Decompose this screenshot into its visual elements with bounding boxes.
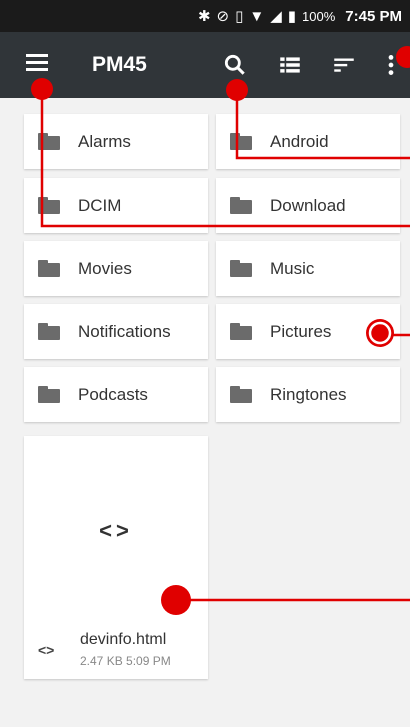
folder-item-android[interactable]: Android — [216, 114, 400, 169]
folder-icon — [38, 133, 60, 150]
battery-icon: ▮ — [287, 8, 297, 25]
clock: 7:45 PM — [345, 7, 402, 25]
battery-percent: 100% — [302, 8, 336, 24]
sort-icon[interactable] — [331, 52, 357, 78]
folder-icon — [38, 386, 60, 403]
folder-item-download[interactable]: Download — [216, 178, 400, 233]
folder-item-podcasts[interactable]: Podcasts — [24, 367, 208, 422]
search-icon[interactable] — [222, 52, 248, 78]
folder-label: Download — [270, 195, 346, 215]
dnd-icon: ⊘ — [216, 8, 230, 25]
status-bar: ✱ ⊘ ▯ ▼ ◢ ▮ 100% 7:45 PM — [0, 0, 410, 32]
hamburger-menu-icon[interactable] — [26, 54, 48, 76]
page-title: PM45 — [92, 53, 147, 76]
more-vert-icon[interactable] — [378, 52, 404, 78]
folder-icon — [230, 197, 252, 214]
code-file-icon: <> — [38, 642, 55, 658]
code-preview-icon: <> — [99, 518, 133, 543]
folder-label: Music — [270, 258, 315, 278]
folder-label: Pictures — [270, 321, 332, 341]
folder-item-alarms[interactable]: Alarms — [24, 114, 208, 169]
app-bar: PM45 — [0, 32, 410, 98]
list-view-icon[interactable] — [277, 52, 303, 78]
bluetooth-icon: ✱ — [197, 8, 211, 25]
folder-item-dcim[interactable]: DCIM — [24, 178, 208, 233]
folder-icon — [230, 260, 252, 277]
signal-icon: ◢ — [270, 8, 282, 25]
folder-item-notifications[interactable]: Notifications — [24, 304, 208, 359]
file-card-devinfo[interactable]: <> <> devinfo.html 2.47 KB 5:09 PM — [24, 436, 208, 679]
folder-item-movies[interactable]: Movies — [24, 241, 208, 296]
folder-label: Android — [270, 131, 329, 151]
file-meta: 2.47 KB 5:09 PM — [80, 654, 171, 668]
folder-label: Notifications — [78, 321, 171, 341]
wifi-icon: ▼ — [249, 7, 265, 25]
folder-label: Alarms — [78, 131, 131, 151]
folder-label: Podcasts — [78, 384, 148, 404]
folder-icon — [230, 386, 252, 403]
folder-item-pictures[interactable]: Pictures — [216, 304, 400, 359]
folder-icon — [230, 133, 252, 150]
folder-label: DCIM — [78, 195, 122, 215]
vibrate-icon: ▯ — [235, 8, 244, 25]
folder-item-music[interactable]: Music — [216, 241, 400, 296]
folder-icon — [38, 323, 60, 340]
folder-icon — [230, 323, 252, 340]
folder-label: Ringtones — [270, 384, 347, 404]
folder-icon — [38, 260, 60, 277]
folder-icon — [38, 197, 60, 214]
folder-label: Movies — [78, 258, 132, 278]
file-name: devinfo.html — [80, 631, 167, 648]
folder-item-ringtones[interactable]: Ringtones — [216, 367, 400, 422]
